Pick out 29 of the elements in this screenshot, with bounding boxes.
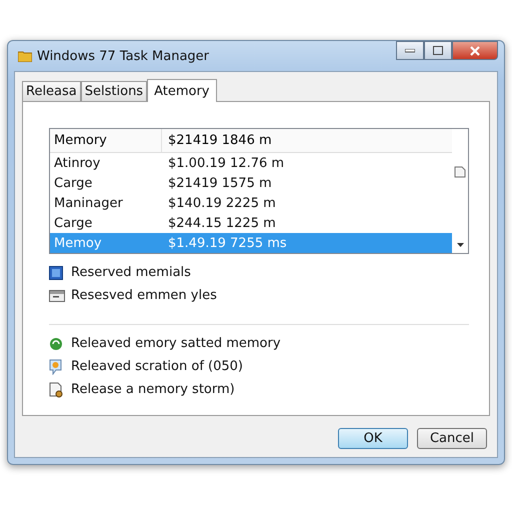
window-title: Windows 77 Task Manager: [37, 48, 210, 64]
tab[interactable]: Releasa: [22, 81, 81, 101]
option-label: Releaved scration of (050): [71, 359, 243, 374]
list-row[interactable]: Maninager $140.19 2225 m: [50, 193, 452, 213]
folder-icon: [18, 50, 32, 62]
close-icon: [470, 46, 480, 56]
maximize-button[interactable]: [424, 41, 452, 60]
document-gear-icon: [49, 382, 65, 398]
list-row[interactable]: Carge $244.15 1225 m: [50, 213, 452, 233]
minimize-icon: [405, 48, 415, 52]
tab[interactable]: Atemory: [147, 79, 216, 102]
column-header: $21419 1846 m: [167, 133, 272, 148]
list-row[interactable]: Carge $21419 1575 m: [50, 173, 452, 193]
option-label: Release a nemory storm): [71, 382, 235, 397]
close-button[interactable]: [452, 41, 498, 60]
tab[interactable]: Selstions: [80, 81, 148, 101]
option-label: Releaved emory satted memory: [71, 336, 281, 351]
refresh-icon: [49, 336, 65, 350]
column-header: Memory: [50, 129, 162, 152]
window-icon: [49, 290, 65, 302]
list-row[interactable]: Atinroy $1.00.19 12.76 m: [50, 153, 452, 173]
dialog-button[interactable]: Cancel: [417, 428, 487, 449]
option-label: Reserved memials: [71, 265, 191, 280]
dialog-button[interactable]: OK: [338, 428, 408, 449]
maximize-icon: [433, 46, 443, 55]
minimize-button[interactable]: [396, 41, 424, 60]
scroll-down-arrow-icon[interactable]: [456, 243, 464, 247]
window-icon: [49, 266, 65, 280]
option-label: Resesved emmen yles: [71, 288, 217, 303]
